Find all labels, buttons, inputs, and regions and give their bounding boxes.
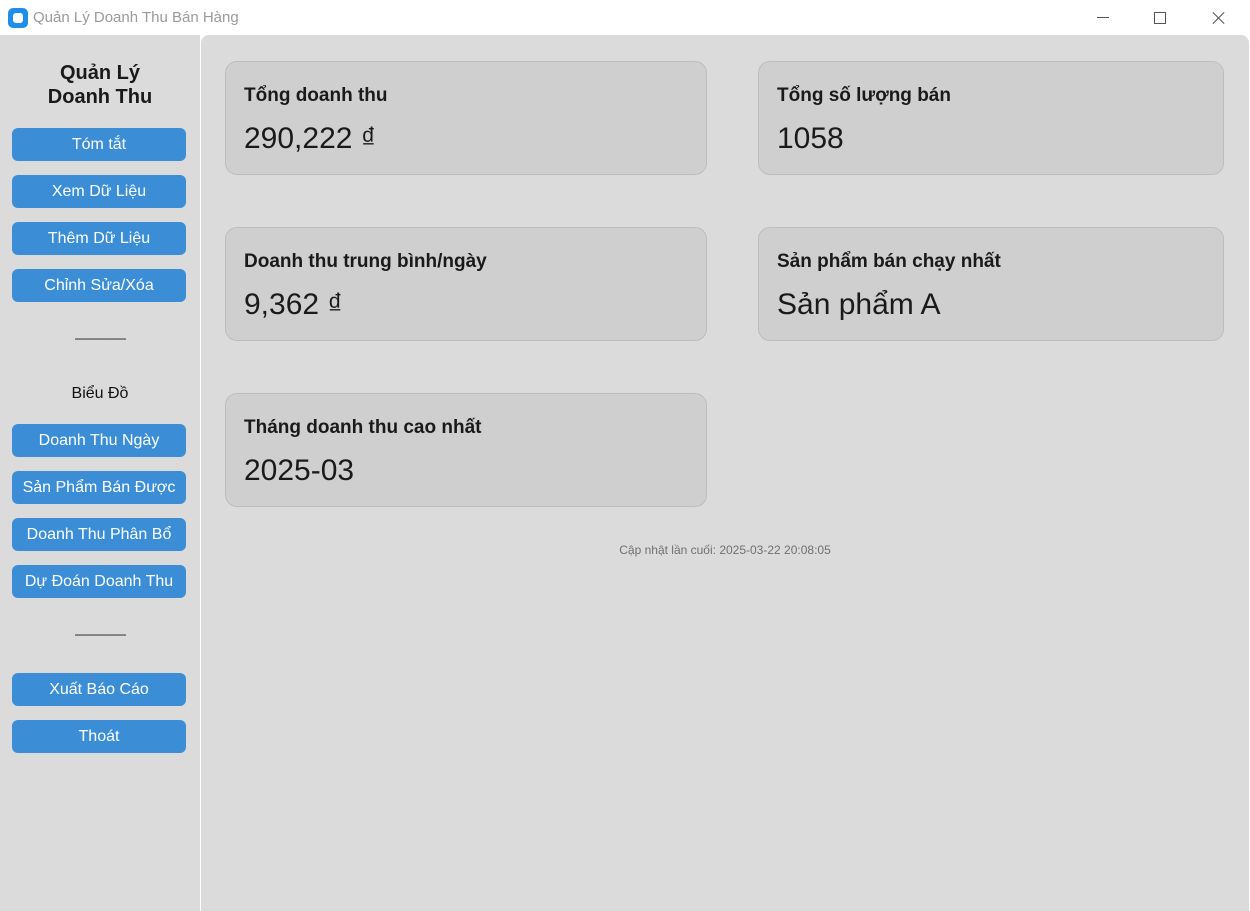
- sidebar: Quản Lý Doanh Thu Tóm tắt Xem Dữ Liệu Th…: [0, 35, 200, 911]
- top-revenue-month-card: Tháng doanh thu cao nhất 2025-03: [225, 393, 707, 507]
- products-sold-chart-button[interactable]: Sản Phẩm Bán Được: [12, 471, 186, 504]
- card-title: Sản phẩm bán chạy nhất: [777, 251, 1001, 272]
- card-value: 290,222 ₫: [244, 122, 377, 155]
- card-title: Tổng doanh thu: [244, 85, 388, 106]
- card-title: Tổng số lượng bán: [777, 85, 951, 106]
- sidebar-separator: -----------------: [74, 627, 127, 641]
- total-quantity-card: Tổng số lượng bán 1058: [758, 61, 1224, 175]
- sidebar-title-line2: Doanh Thu: [47, 86, 153, 108]
- sidebar-title: Quản Lý Doanh Thu: [0, 61, 200, 109]
- maximize-icon[interactable]: [1137, 0, 1183, 35]
- main-panel: Tổng doanh thu 290,222 ₫ Tổng số lượng b…: [201, 35, 1249, 911]
- export-report-button[interactable]: Xuất Báo Cáo: [12, 673, 186, 706]
- revenue-forecast-chart-button[interactable]: Dự Đoán Doanh Thu: [12, 565, 186, 598]
- window-title: Quản Lý Doanh Thu Bán Hàng: [33, 9, 239, 26]
- minimize-icon[interactable]: [1080, 0, 1126, 35]
- sidebar-separator: -----------------: [74, 331, 127, 345]
- daily-revenue-chart-button[interactable]: Doanh Thu Ngày: [12, 424, 186, 457]
- last-updated-text: Cập nhật lần cuối: 2025-03-22 20:08:05: [619, 543, 831, 557]
- exit-button[interactable]: Thoát: [12, 720, 186, 753]
- total-revenue-card: Tổng doanh thu 290,222 ₫: [225, 61, 707, 175]
- card-value: 1058: [777, 122, 844, 155]
- view-data-button[interactable]: Xem Dữ Liệu: [12, 175, 186, 208]
- summary-button[interactable]: Tóm tắt: [12, 128, 186, 161]
- average-daily-revenue-card: Doanh thu trung bình/ngày 9,362 ₫: [225, 227, 707, 341]
- card-value: Sản phẩm A: [777, 288, 941, 321]
- best-selling-product-card: Sản phẩm bán chạy nhất Sản phẩm A: [758, 227, 1224, 341]
- charts-section-label: Biểu Đồ: [71, 385, 129, 402]
- close-icon[interactable]: [1196, 0, 1242, 35]
- revenue-distribution-chart-button[interactable]: Doanh Thu Phân Bổ: [12, 518, 186, 551]
- card-value: 9,362 ₫: [244, 288, 343, 321]
- add-data-button[interactable]: Thêm Dữ Liệu: [12, 222, 186, 255]
- edit-delete-button[interactable]: Chỉnh Sửa/Xóa: [12, 269, 186, 302]
- app-icon: [8, 8, 28, 28]
- card-title: Doanh thu trung bình/ngày: [244, 251, 487, 272]
- sidebar-title-line1: Quản Lý: [59, 62, 140, 84]
- title-bar: Quản Lý Doanh Thu Bán Hàng: [0, 0, 1250, 35]
- card-value: 2025-03: [244, 454, 355, 487]
- card-title: Tháng doanh thu cao nhất: [244, 417, 482, 438]
